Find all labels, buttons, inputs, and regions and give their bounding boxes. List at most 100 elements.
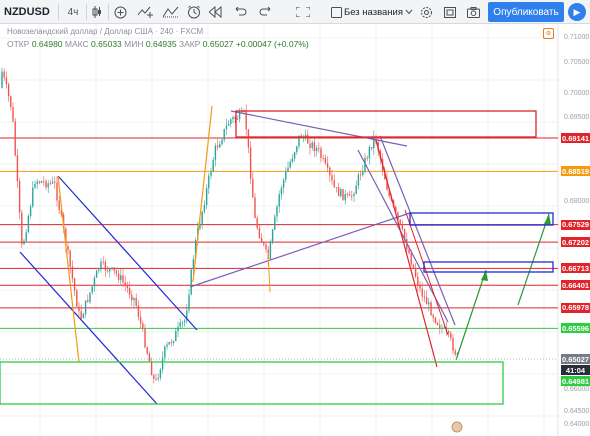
candle-body: [78, 306, 80, 312]
price-axis-tick: 0.64000: [564, 421, 590, 428]
candle-body: [12, 106, 14, 122]
level-price-label: 0.67529: [561, 219, 590, 230]
candle-style-icon[interactable]: [90, 4, 104, 20]
candle-body: [10, 96, 12, 107]
camera-icon[interactable]: [466, 4, 480, 20]
play-icon[interactable]: ▶: [568, 3, 586, 21]
bid-price-label: 0.64981: [561, 376, 590, 386]
candle-body: [419, 285, 421, 289]
orange-trend-line[interactable]: [57, 175, 80, 363]
undo-icon[interactable]: [234, 4, 248, 20]
green-arrow-head: [544, 214, 551, 225]
symbol-search[interactable]: NZDUSD: [4, 0, 50, 24]
candle-body: [38, 181, 41, 183]
red-zone-rectangle[interactable]: [235, 110, 537, 138]
replay-icon[interactable]: [208, 4, 224, 20]
candle-body: [212, 159, 214, 172]
red-falling-line[interactable]: [375, 139, 438, 368]
candle-body: [201, 211, 203, 225]
candle-body: [208, 175, 210, 189]
candle-body: [322, 157, 324, 159]
orange-trend-line[interactable]: [192, 105, 213, 283]
candle-body: [346, 194, 349, 195]
alert-clock-icon[interactable]: [186, 4, 202, 20]
candle-body: [225, 125, 228, 130]
green-support-zone[interactable]: [0, 361, 504, 405]
candle-body: [1, 71, 3, 88]
candle-body: [104, 261, 107, 271]
candle-body: [181, 322, 184, 324]
candle-body: [417, 276, 419, 286]
green-forecast-arrow[interactable]: [455, 269, 487, 361]
candle-body: [289, 161, 291, 168]
fullscreen-toggle-icon[interactable]: [443, 4, 457, 20]
blue-zone-rectangle[interactable]: [409, 212, 554, 226]
candle-body: [120, 275, 122, 280]
candle-body: [45, 181, 47, 188]
candle-body: [18, 181, 21, 213]
candle-body: [401, 223, 404, 230]
candle-body: [166, 344, 168, 347]
ohlc-legend: ОТКР 0.64980 МАКС 0.65033 МИН 0.64935 ЗА…: [7, 39, 309, 49]
price-axis-tick: 0.70000: [564, 90, 590, 97]
open-label: ОТКР: [7, 39, 30, 49]
candle-body: [333, 180, 335, 188]
price-axis-tick: 0.66000: [564, 386, 590, 393]
candle-body: [223, 129, 225, 140]
templates-icon[interactable]: [162, 4, 180, 20]
candle-body: [122, 275, 124, 283]
low-value: 0.64935: [145, 39, 177, 49]
settings-gear-icon[interactable]: [419, 4, 433, 20]
candle-body: [93, 277, 96, 287]
candle-body: [139, 316, 142, 324]
candle-body: [179, 322, 181, 327]
compare-add-icon[interactable]: [113, 4, 127, 20]
candle-body: [183, 320, 186, 323]
chart-settings-icon[interactable]: ⚙: [543, 28, 554, 39]
bar-countdown-label: 41:04: [561, 365, 590, 375]
candle-body: [56, 182, 58, 201]
candle-body: [414, 267, 417, 277]
candle-body: [368, 147, 371, 159]
fullscreen-icon[interactable]: [294, 4, 312, 20]
candle-body: [155, 378, 157, 380]
candle-body: [324, 158, 327, 164]
candle-body: [348, 194, 351, 196]
close-value: 0.65027: [202, 39, 234, 49]
user-avatar-icon[interactable]: [451, 421, 463, 433]
candle-body: [102, 261, 104, 263]
candle-body: [254, 197, 256, 219]
candle-body: [216, 145, 219, 148]
candle-body: [425, 297, 428, 305]
redo-icon[interactable]: [258, 4, 272, 20]
change-value: +0.00047 (+0.07%): [235, 39, 309, 49]
candle-body: [276, 206, 278, 217]
interval-button[interactable]: 4ч: [64, 4, 82, 20]
layout-name[interactable]: Без названия: [344, 0, 403, 24]
candle-body: [366, 157, 368, 159]
candle-body: [190, 269, 192, 295]
candle-body: [219, 144, 221, 148]
candle-body: [210, 171, 212, 176]
purple-trend-line[interactable]: [230, 110, 408, 147]
candle-body: [269, 241, 272, 260]
price-chart[interactable]: [0, 24, 590, 436]
candle-body: [150, 361, 153, 376]
publish-button[interactable]: Опубликовать: [488, 2, 564, 22]
low-label: МИН: [124, 39, 144, 49]
candle-body: [148, 353, 151, 362]
indicators-icon[interactable]: [137, 4, 155, 20]
candle-body: [351, 195, 353, 197]
candle-body: [100, 261, 102, 270]
toolbar-divider: [58, 4, 59, 20]
candle-body: [313, 142, 316, 152]
candle-body: [329, 167, 331, 176]
candle-body: [320, 148, 322, 158]
candle-body: [16, 155, 19, 182]
candle-body: [249, 147, 252, 179]
candle-body: [164, 346, 166, 358]
chevron-down-icon[interactable]: [404, 4, 414, 20]
layout-box-icon[interactable]: [330, 4, 342, 20]
candle-body: [362, 171, 364, 176]
candle-body: [452, 337, 454, 351]
